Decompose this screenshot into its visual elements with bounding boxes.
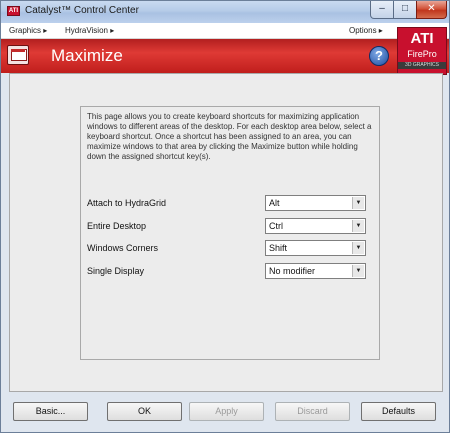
discard-button[interactable]: Discard [275, 402, 350, 421]
maximize-window-button[interactable]: □ [393, 1, 417, 19]
ati-firepro-logo: ATI FirePro 3D GRAPHICS [397, 27, 447, 75]
windows-corners-select[interactable]: Shift ▼ [265, 240, 366, 256]
title-bar[interactable]: ATI Catalyst™ Control Center – □ ✕ [1, 1, 449, 23]
page-title: Maximize [51, 46, 123, 65]
label-entire-desktop: Entire Desktop [87, 221, 147, 231]
menu-options[interactable]: Options ▸ [349, 26, 383, 35]
window-title: Catalyst™ Control Center [25, 5, 139, 16]
maximize-settings-panel: This page allows you to create keyboard … [80, 106, 380, 360]
select-value: Shift [269, 243, 288, 253]
basic-button[interactable]: Basic... [13, 402, 88, 421]
menu-bar: Graphics ▸ HydraVision ▸ Options ▸ [1, 23, 449, 39]
chevron-down-icon[interactable]: ▼ [352, 265, 364, 277]
attach-to-hydragrid-select[interactable]: Alt ▼ [265, 195, 366, 211]
chevron-down-icon[interactable]: ▼ [352, 242, 364, 254]
single-display-select[interactable]: No modifier ▼ [265, 263, 366, 279]
logo-sub-text: 3D GRAPHICS [398, 62, 446, 69]
maximize-page-icon [7, 45, 29, 65]
entire-desktop-select[interactable]: Ctrl ▼ [265, 218, 366, 234]
page-description: This page allows you to create keyboard … [87, 112, 372, 161]
logo-ati-text: ATI [410, 30, 434, 47]
apply-button[interactable]: Apply [189, 402, 264, 421]
select-value: Alt [269, 198, 280, 208]
select-value: No modifier [269, 266, 316, 276]
minimize-button[interactable]: – [370, 1, 394, 19]
application-window: ATI Catalyst™ Control Center – □ ✕ Graph… [0, 0, 450, 433]
ok-button[interactable]: OK [107, 402, 182, 421]
select-value: Ctrl [269, 221, 283, 231]
label-single-display: Single Display [87, 266, 145, 276]
chevron-down-icon[interactable]: ▼ [352, 220, 364, 232]
defaults-button[interactable]: Defaults [361, 402, 436, 421]
button-bar: Basic... OK Apply Discard Defaults [1, 392, 449, 432]
menu-hydravision[interactable]: HydraVision ▸ [65, 26, 114, 35]
label-windows-corners: Windows Corners [87, 243, 159, 253]
close-button[interactable]: ✕ [416, 1, 447, 19]
menu-graphics[interactable]: Graphics ▸ [9, 26, 47, 35]
ati-app-icon: ATI [7, 6, 20, 16]
help-icon[interactable]: ? [369, 46, 389, 66]
page-banner: Maximize ? [1, 39, 449, 73]
chevron-down-icon[interactable]: ▼ [352, 197, 364, 209]
label-attach-to-hydragrid: Attach to HydraGrid [87, 198, 167, 208]
logo-firepro-text: FirePro [407, 49, 437, 59]
content-area: This page allows you to create keyboard … [9, 73, 443, 392]
